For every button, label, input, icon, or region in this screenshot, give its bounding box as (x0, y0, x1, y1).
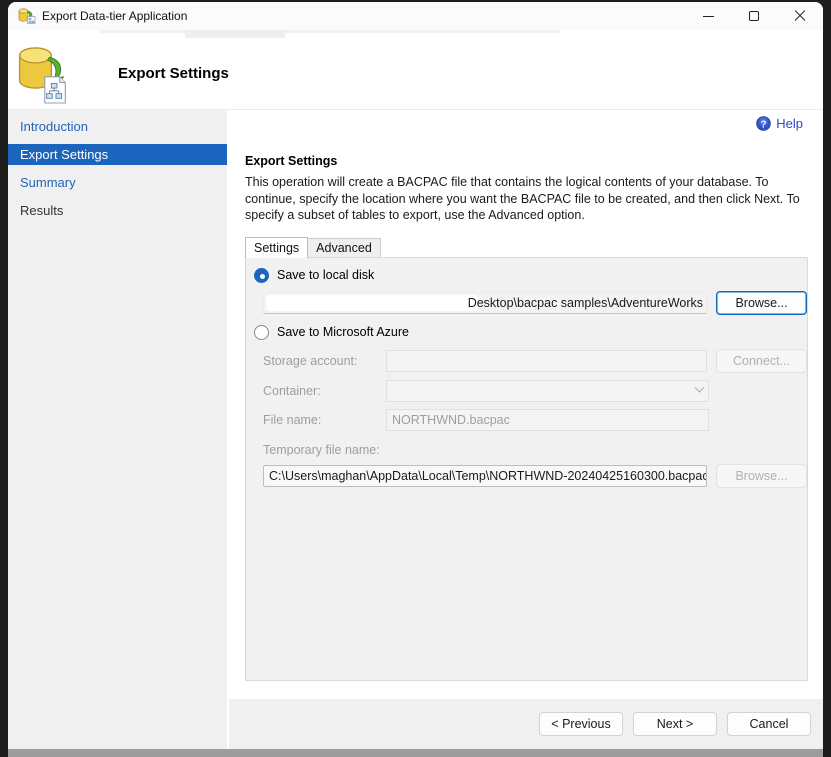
save-local-row: Save to local disk (254, 268, 807, 283)
chevron-down-icon (695, 383, 705, 393)
container-label: Container: (263, 384, 386, 398)
close-button[interactable] (777, 2, 823, 30)
export-dta-wizard-window: Export Data-tier Application (8, 2, 823, 749)
storage-account-label: Storage account: (263, 354, 386, 368)
window-frame: Export Data-tier Application (0, 0, 831, 757)
section-title: Export Settings (245, 154, 808, 168)
wizard-steps-sidebar: Introduction Export Settings Summary Res… (8, 110, 227, 749)
section-description: This operation will create a BACPAC file… (245, 174, 811, 224)
minimize-button[interactable] (685, 2, 731, 30)
next-button[interactable]: Next > (633, 712, 717, 736)
export-bacpac-icon (14, 45, 70, 105)
export-settings-content: Export Settings This operation will crea… (229, 110, 823, 697)
titlebar-shadow-artifact (8, 30, 823, 38)
temp-file-input[interactable]: C:\Users\maghan\AppData\Local\Temp\NORTH… (263, 465, 707, 487)
window-controls (685, 2, 823, 30)
maximize-icon (749, 11, 759, 21)
cancel-button[interactable]: Cancel (727, 712, 811, 736)
file-name-label: File name: (263, 413, 386, 427)
wizard-header: Export Settings (8, 38, 823, 110)
database-export-app-icon (18, 8, 36, 24)
window-title: Export Data-tier Application (42, 9, 187, 23)
previous-button[interactable]: < Previous (539, 712, 623, 736)
tab-settings[interactable]: Settings (245, 237, 308, 258)
tab-advanced[interactable]: Advanced (308, 238, 381, 257)
settings-tab-panel: Save to local disk Desktop\bacpac sample… (245, 257, 808, 681)
temp-file-label-row: Temporary file name: (263, 443, 807, 457)
wizard-page: ? Help Export Settings This operation wi… (227, 110, 823, 749)
temp-browse-button: Browse... (716, 464, 807, 488)
file-name-row: File name: NORTHWND.bacpac (263, 409, 807, 431)
temp-file-label: Temporary file name: (263, 443, 380, 457)
temp-file-row: C:\Users\maghan\AppData\Local\Temp\NORTH… (263, 464, 807, 488)
save-azure-row: Save to Microsoft Azure (254, 325, 807, 340)
page-title: Export Settings (118, 65, 229, 82)
save-local-label: Save to local disk (277, 268, 374, 282)
local-path-input-highlight (266, 295, 478, 311)
maximize-button[interactable] (731, 2, 777, 30)
local-path-row: Desktop\bacpac samples\AdventureWorks Br… (263, 291, 807, 315)
connect-button: Connect... (716, 349, 807, 373)
svg-text:?: ? (761, 119, 767, 130)
local-path-value: Desktop\bacpac samples\AdventureWorks (468, 296, 703, 310)
wizard-footer: < Previous Next > Cancel (229, 697, 823, 749)
local-path-input[interactable]: Desktop\bacpac samples\AdventureWorks (263, 292, 707, 314)
sidebar-item-summary[interactable]: Summary (8, 172, 227, 193)
container-dropdown (386, 380, 709, 402)
sidebar-item-export-settings[interactable]: Export Settings (8, 144, 227, 165)
save-azure-radio[interactable] (254, 325, 269, 340)
storage-account-input (386, 350, 707, 372)
titlebar[interactable]: Export Data-tier Application (8, 2, 823, 30)
settings-tabstrip: Settings Advanced (245, 237, 808, 257)
help-link[interactable]: ? Help (756, 116, 803, 131)
help-label: Help (776, 116, 803, 131)
container-row: Container: (263, 380, 807, 402)
close-icon (794, 10, 806, 22)
storage-account-row: Storage account: Connect... (263, 349, 807, 373)
local-browse-button[interactable]: Browse... (716, 291, 807, 315)
minimize-icon (703, 16, 714, 17)
save-local-radio[interactable] (254, 268, 269, 283)
window-bottom-edge (8, 749, 823, 757)
help-icon: ? (756, 116, 771, 131)
save-azure-label: Save to Microsoft Azure (277, 325, 409, 339)
sidebar-item-introduction[interactable]: Introduction (8, 116, 227, 137)
file-name-input: NORTHWND.bacpac (386, 409, 709, 431)
sidebar-item-results: Results (8, 200, 227, 221)
